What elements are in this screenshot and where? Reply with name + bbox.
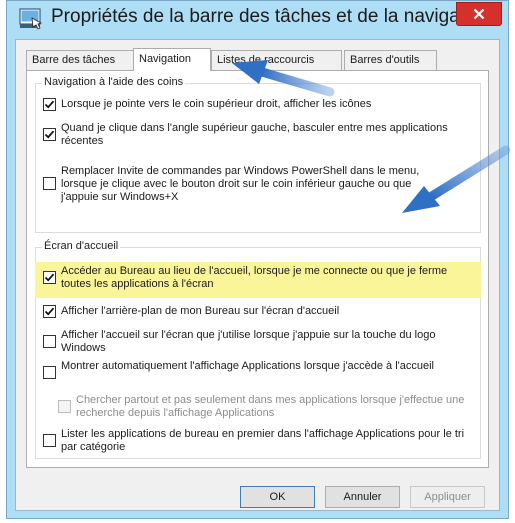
checkbox-powershell[interactable] [43,177,56,190]
dialog-window: Propriétés de la barre des tâches et de … [6,0,509,519]
start-screen-group: Écran d'accueil Accéder au Bureau au lie… [35,240,481,459]
checkbox-desktop-background[interactable] [43,305,56,318]
checkmark-icon [44,130,55,139]
checkbox-desktop-apps-first[interactable] [43,434,56,447]
tab-jump-lists[interactable]: Listes de raccourcis [211,50,342,70]
option-label: Chercher partout et pas seulement dans m… [76,394,465,419]
taskbar-properties-icon [19,8,42,30]
tab-navigation[interactable]: Navigation [133,48,211,71]
checkbox-top-right-corner[interactable] [43,98,56,111]
checkbox-go-to-desktop[interactable] [43,271,56,284]
option-label: Lister les applications de bureau en pre… [61,428,465,453]
option-label: Afficher l'arrière-plan de mon Bureau su… [61,305,340,317]
ok-button[interactable]: OK [240,486,315,508]
cancel-button[interactable]: Annuler [325,486,400,508]
checkmark-icon [44,307,55,316]
checkmark-icon [44,100,55,109]
navigation-panel: Navigation à l'aide des coins Lorsque je… [26,70,489,468]
checkmark-icon [44,273,55,282]
option-label: Quand je clique dans l'angle supérieur g… [61,122,448,147]
close-button[interactable] [456,2,502,26]
option-label: Afficher l'accueil sur l'écran que j'uti… [61,329,436,354]
start-screen-group-label: Écran d'accueil [42,240,121,252]
close-icon [473,8,485,20]
corner-navigation-group: Navigation à l'aide des coins Lorsque je… [35,76,481,233]
dialog-client-area: Barre des tâches Navigation Listes de ra… [15,39,500,511]
title-bar[interactable]: Propriétés de la barre des tâches et de … [7,1,508,39]
tab-taskbar[interactable]: Barre des tâches [26,50,134,70]
option-label: Montrer automatiquement l'affichage Appl… [61,360,434,372]
corner-navigation-group-label: Navigation à l'aide des coins [42,76,186,88]
checkbox-top-left-corner[interactable] [43,128,56,141]
apply-button: Appliquer [410,486,485,508]
checkbox-show-apps-view[interactable] [43,366,56,379]
option-label: Remplacer Invite de commandes par Window… [61,165,420,203]
checkbox-search-everywhere [58,400,71,413]
option-label: Accéder au Bureau au lieu de l'accueil, … [61,265,448,290]
checkbox-start-on-windows-key-screen[interactable] [43,335,56,348]
window-title: Propriétés de la barre des tâches et de … [51,6,486,27]
tab-toolbars[interactable]: Barres d'outils [344,50,437,70]
option-label: Lorsque je pointe vers le coin supérieur… [61,98,372,110]
